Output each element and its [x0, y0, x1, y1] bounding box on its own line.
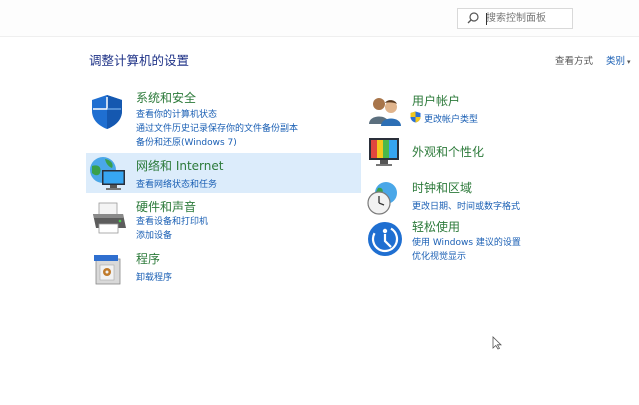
clock-globe-icon[interactable]	[366, 179, 404, 217]
category-link[interactable]: 备份和还原(Windows 7)	[136, 135, 237, 148]
category-link[interactable]: 通过文件历史记录保存你的文件备份副本	[136, 121, 298, 134]
page-title: 调整计算机的设置	[89, 53, 190, 68]
globe-network-icon	[90, 157, 125, 190]
category-link[interactable]: 优化视觉显示	[412, 249, 466, 262]
category-clock-region: 时钟和区域 更改日期、时间或数字格式	[364, 177, 634, 217]
category-network-internet[interactable]: 网络和 Internet 查看网络状态和任务	[86, 153, 361, 193]
category-ease-of-access: 轻松使用 使用 Windows 建议的设置 优化视觉显示	[364, 216, 634, 266]
shield-icon[interactable]	[88, 92, 126, 130]
chevron-down-icon: ▾	[627, 58, 631, 66]
view-by-label: 查看方式	[555, 56, 594, 67]
category-link[interactable]: 更改日期、时间或数字格式	[412, 199, 520, 212]
users-icon[interactable]	[367, 94, 403, 126]
uac-shield-icon	[410, 111, 421, 123]
category-appearance: 外观和个性化	[364, 134, 634, 172]
category-title[interactable]: 程序	[136, 250, 160, 267]
category-hardware-sound: 硬件和声音 查看设备和打印机 添加设备	[86, 196, 346, 242]
view-mode-dropdown[interactable]: 类别 ▾	[606, 53, 631, 67]
category-programs: 程序 卸载程序	[86, 248, 346, 288]
appearance-icon[interactable]	[366, 134, 404, 172]
search-box[interactable]	[457, 8, 573, 29]
category-link[interactable]: 卸载程序	[136, 270, 172, 283]
top-bar	[0, 0, 639, 37]
view-mode-value: 类别	[606, 56, 626, 67]
category-title[interactable]: 外观和个性化	[412, 143, 484, 160]
category-system-security: 系统和安全 查看你的计算机状态 通过文件历史记录保存你的文件备份副本 备份和还原…	[86, 86, 346, 150]
category-title[interactable]: 系统和安全	[136, 89, 196, 106]
category-title[interactable]: 硬件和声音	[136, 198, 196, 215]
search-input[interactable]	[486, 11, 570, 26]
printer-icon[interactable]	[90, 200, 128, 236]
category-title[interactable]: 轻松使用	[412, 218, 460, 235]
category-title[interactable]: 用户帐户	[412, 92, 460, 109]
programs-icon[interactable]	[92, 252, 126, 286]
category-title[interactable]: 网络和 Internet	[136, 157, 223, 174]
category-title[interactable]: 时钟和区域	[412, 179, 472, 196]
search-icon	[467, 12, 479, 24]
category-link[interactable]: 查看网络状态和任务	[136, 177, 217, 190]
text-caret	[486, 13, 487, 25]
category-link[interactable]: 添加设备	[136, 228, 172, 241]
category-user-accounts: 用户帐户 更改帐户类型	[364, 90, 634, 130]
category-link[interactable]: 查看设备和打印机	[136, 214, 208, 227]
ease-of-access-icon[interactable]	[366, 220, 404, 258]
mouse-pointer-icon	[492, 336, 502, 350]
category-link[interactable]: 查看你的计算机状态	[136, 107, 217, 120]
category-link[interactable]: 更改帐户类型	[424, 112, 478, 125]
category-link[interactable]: 使用 Windows 建议的设置	[412, 235, 521, 248]
